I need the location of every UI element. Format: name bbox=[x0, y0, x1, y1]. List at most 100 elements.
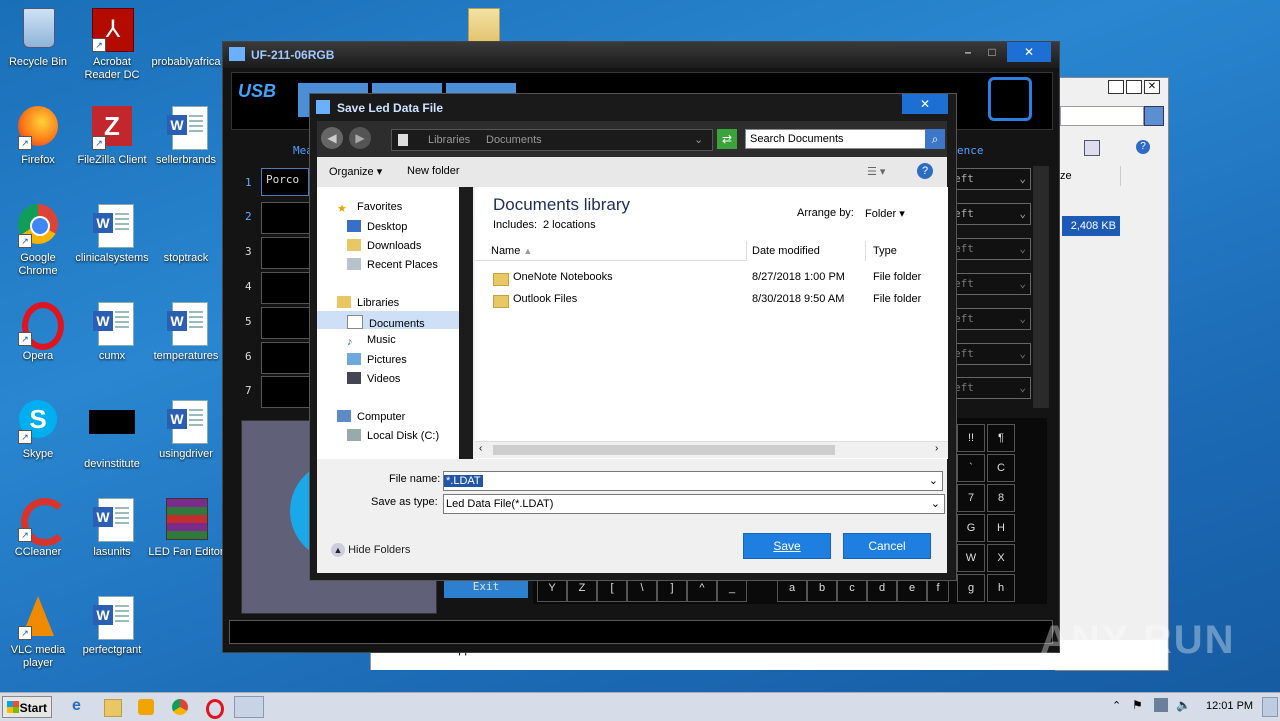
media-player-icon[interactable] bbox=[138, 699, 154, 715]
column-header-size[interactable]: ze bbox=[1060, 166, 1121, 186]
minimize-icon[interactable] bbox=[1108, 80, 1124, 94]
search-icon[interactable]: ⌕ bbox=[925, 129, 945, 149]
show-desktop-button[interactable] bbox=[1262, 697, 1278, 717]
refresh-icon[interactable]: ⇄ bbox=[717, 129, 737, 149]
navigation-scrollbar[interactable] bbox=[459, 187, 473, 459]
direction-select-6[interactable]: eft ⌄ bbox=[953, 343, 1031, 365]
key-button[interactable]: !! bbox=[957, 424, 985, 452]
chevron-down-icon[interactable]: ⌄ bbox=[929, 472, 938, 490]
file-row[interactable]: Outlook Files 8/30/2018 9:50 AM File fol… bbox=[475, 289, 948, 309]
chevron-down-icon[interactable]: ⌄ bbox=[694, 130, 703, 150]
desktop-icon-led-fan-editor[interactable]: LED Fan Editor bbox=[148, 498, 224, 559]
breadcrumb[interactable]: Libraries Documents ⌄ bbox=[391, 129, 713, 151]
horizontal-scrollbar[interactable]: ‹ › bbox=[475, 441, 948, 458]
column-header-date[interactable]: Date modified bbox=[748, 241, 866, 261]
message-input-4[interactable] bbox=[261, 272, 311, 304]
file-name-input[interactable]: *.LDAT ⌄ bbox=[443, 471, 943, 491]
save-type-select[interactable]: Led Data File(*.LDAT) ⌄ bbox=[443, 494, 945, 514]
desktop-icon-devinstitute[interactable]: devinstitute bbox=[74, 400, 150, 471]
desktop-icon-temperatures[interactable]: W temperatures bbox=[148, 302, 224, 363]
key-button[interactable]: 7 bbox=[957, 484, 985, 512]
desktop-icon-chrome[interactable]: ↗ Google Chrome bbox=[0, 204, 76, 278]
search-input[interactable]: Search Documents bbox=[745, 129, 929, 149]
breadcrumb-documents[interactable]: Documents bbox=[486, 130, 542, 150]
key-button[interactable]: H bbox=[987, 514, 1015, 542]
desktop-icon-usingdriver[interactable]: W usingdriver bbox=[148, 400, 224, 461]
rows-scrollbar[interactable] bbox=[1033, 166, 1049, 408]
breadcrumb-libraries[interactable]: Libraries bbox=[428, 130, 470, 150]
dialog-close-button[interactable]: ✕ bbox=[902, 94, 948, 114]
key-button[interactable]: g bbox=[957, 574, 985, 602]
key-button[interactable]: h bbox=[987, 574, 1015, 602]
view-options-icon[interactable]: ☰ ▾ bbox=[867, 165, 885, 178]
tree-downloads[interactable]: Downloads bbox=[347, 239, 421, 252]
desktop-icon-stoptrack[interactable]: stoptrack bbox=[148, 204, 224, 265]
key-button[interactable]: X bbox=[987, 544, 1015, 572]
maximize-button[interactable]: □ bbox=[979, 42, 1005, 62]
network-icon[interactable] bbox=[1154, 698, 1168, 712]
tree-libraries[interactable]: Libraries bbox=[337, 296, 399, 309]
new-folder-button[interactable]: New folder bbox=[407, 165, 460, 177]
desktop-icon-sellerbrands[interactable]: W sellerbrands bbox=[148, 106, 224, 167]
tree-recent[interactable]: Recent Places bbox=[347, 258, 438, 271]
desktop-icon-acrobat[interactable]: ⅄ ↗ Acrobat Reader DC bbox=[74, 8, 150, 82]
tree-computer[interactable]: Computer bbox=[337, 410, 405, 423]
volume-icon[interactable]: 🔈 bbox=[1176, 698, 1191, 712]
explorer-icon[interactable] bbox=[104, 699, 122, 717]
chrome-icon[interactable] bbox=[172, 699, 188, 715]
desktop-icon-recycle-bin[interactable]: Recycle Bin bbox=[0, 8, 76, 69]
organize-button[interactable]: Organize ▾ bbox=[329, 165, 382, 178]
tree-videos[interactable]: Videos bbox=[347, 372, 400, 385]
desktop-icon-perfectgrant[interactable]: W perfectgrant bbox=[74, 596, 150, 657]
help-icon[interactable]: ? bbox=[917, 163, 933, 179]
desktop-icon-opera[interactable]: ↗ Opera bbox=[0, 302, 76, 363]
chevron-down-icon[interactable]: ⌄ bbox=[931, 495, 940, 513]
tree-desktop[interactable]: Desktop bbox=[347, 220, 407, 233]
help-icon[interactable]: ? bbox=[1136, 140, 1150, 154]
key-button[interactable]: G bbox=[957, 514, 985, 542]
opera-icon[interactable] bbox=[206, 699, 224, 719]
key-button[interactable]: W bbox=[957, 544, 985, 572]
desktop-icon-lasunits[interactable]: W lasunits bbox=[74, 498, 150, 559]
tree-pictures[interactable]: Pictures bbox=[347, 353, 407, 366]
direction-select-3[interactable]: eft ⌄ bbox=[953, 238, 1031, 260]
desktop-icon-firefox[interactable]: ↗ Firefox bbox=[0, 106, 76, 167]
tree-music[interactable]: ♪ Music bbox=[347, 334, 396, 348]
ie-icon[interactable]: e bbox=[72, 697, 92, 717]
search-input[interactable] bbox=[1060, 106, 1144, 126]
search-icon[interactable] bbox=[1144, 106, 1164, 126]
desktop-icon-ccleaner[interactable]: ↗ CCleaner bbox=[0, 498, 76, 559]
scroll-right-icon[interactable]: › bbox=[935, 443, 938, 454]
folder-icon[interactable] bbox=[468, 8, 500, 42]
desktop-icon-cumx[interactable]: W cumx bbox=[74, 302, 150, 363]
close-icon[interactable]: ✕ bbox=[1144, 80, 1160, 94]
scroll-left-icon[interactable]: ‹ bbox=[479, 443, 482, 454]
direction-select-4[interactable]: eft ⌄ bbox=[953, 273, 1031, 295]
tree-local-disk[interactable]: Local Disk (C:) bbox=[347, 429, 439, 442]
tree-documents-label[interactable]: Documents bbox=[347, 315, 425, 330]
desktop-icon-skype[interactable]: S ↗ Skype bbox=[0, 400, 76, 461]
key-button[interactable]: ¶ bbox=[987, 424, 1015, 452]
clock[interactable]: 12:01 PM bbox=[1206, 700, 1253, 712]
show-hidden-icons[interactable]: ⌃ bbox=[1112, 699, 1121, 712]
cancel-button[interactable]: Cancel bbox=[843, 533, 931, 559]
message-input-6[interactable] bbox=[261, 342, 311, 374]
save-button[interactable]: Save bbox=[743, 533, 831, 559]
hide-folders-button[interactable]: ▲ Hide Folders bbox=[331, 543, 410, 557]
key-button[interactable]: 8 bbox=[987, 484, 1015, 512]
desktop-icon-vlc[interactable]: ↗ VLC media player bbox=[0, 596, 76, 670]
message-input-5[interactable] bbox=[261, 307, 311, 339]
direction-select-2[interactable]: eft ⌄ bbox=[953, 203, 1031, 225]
uf-app-taskbar-icon[interactable] bbox=[234, 696, 264, 718]
scroll-thumb[interactable] bbox=[493, 445, 835, 455]
key-button[interactable]: ` bbox=[957, 454, 985, 482]
key-button[interactable]: C bbox=[987, 454, 1015, 482]
desktop-icon-filezilla[interactable]: Z ↗ FileZilla Client bbox=[74, 106, 150, 167]
desktop-icon-probablyafrica[interactable]: probablyafrica bbox=[148, 8, 224, 69]
forward-icon[interactable]: ▶ bbox=[349, 127, 371, 149]
flag-icon[interactable]: ⚑ bbox=[1132, 698, 1143, 712]
back-icon[interactable]: ◀ bbox=[321, 127, 343, 149]
minimize-button[interactable]: – bbox=[955, 42, 981, 62]
column-header-name[interactable]: Name ▲ bbox=[475, 241, 747, 261]
message-input-7[interactable] bbox=[261, 376, 311, 408]
